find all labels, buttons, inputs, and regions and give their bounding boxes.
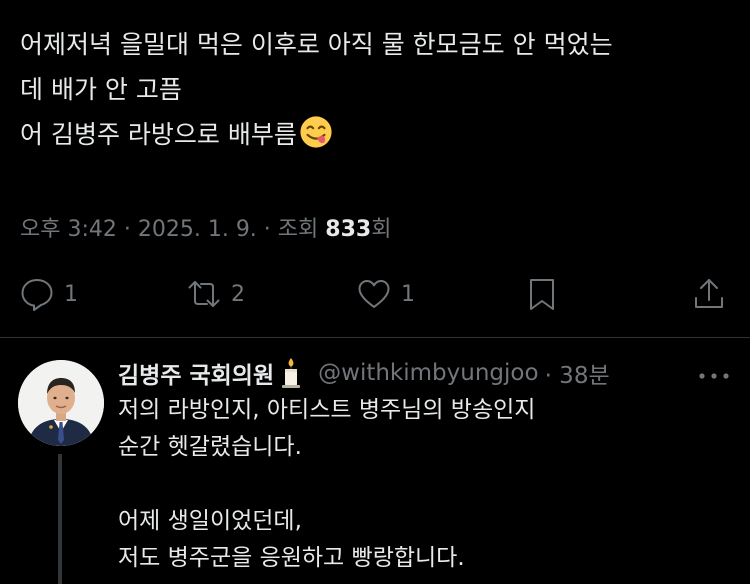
like-button[interactable]: 1 — [356, 270, 415, 318]
bookmark-icon — [530, 279, 554, 310]
reply-line-1: 저의 라방인지, 아티스트 병주님의 방송인지 — [118, 397, 536, 423]
tweet-timestamp: 오후 3:42 · 2025. 1. 9. · 조회 — [20, 217, 326, 242]
reply-header: 김병주 국회의원 @withkimbyungjoo · 38분 — [118, 356, 610, 390]
avatar[interactable] — [18, 360, 104, 446]
retweet-button[interactable]: 2 — [186, 270, 245, 318]
profile-photo — [18, 360, 104, 446]
retweet-icon — [188, 281, 220, 307]
reply-line-3 — [118, 466, 535, 503]
share-icon — [695, 279, 723, 308]
reply-line-2: 순간 헷갈렸습니다. — [118, 434, 302, 460]
candle-icon — [282, 358, 301, 388]
bookmark-button[interactable] — [524, 270, 560, 318]
tweet-line-1: 어제저녁 을밀대 먹은 이후로 아직 물 한모금도 안 먹었는 — [20, 30, 613, 59]
reply-tweet[interactable]: 김병주 국회의원 @withkimbyungjoo · 38분 저의 라방인지,… — [0, 338, 750, 584]
tweet-action-bar: 1 2 1 — [0, 270, 750, 320]
reply-text: 저의 라방인지, 아티스트 병주님의 방송인지 순간 헷갈렸습니다. 어제 생일… — [118, 392, 535, 577]
reply-icon — [21, 279, 53, 311]
views-count: 833 — [325, 217, 372, 242]
reply-line-4: 어제 생일이었던데, — [118, 508, 302, 534]
reply-button[interactable]: 1 — [19, 270, 78, 318]
tweet-line-3-text: 어 김병주 라방으로 배부름 — [20, 120, 297, 149]
reply-author-handle[interactable]: @withkimbyungjoo — [318, 360, 538, 386]
retweet-count: 2 — [231, 281, 245, 307]
thread-line — [58, 454, 62, 584]
reply-count: 1 — [64, 281, 78, 307]
reply-author-name[interactable]: 김병주 국회의원 — [118, 356, 274, 390]
tweet-line-2: 데 배가 안 고픔 — [20, 75, 182, 104]
share-button[interactable] — [691, 270, 727, 318]
tweet-text: 어제저녁 을밀대 먹은 이후로 아직 물 한모금도 안 먹었는 데 배가 안 고… — [20, 22, 735, 157]
reply-line-5: 저도 병주군을 응원하고 빵랑합니다. — [118, 545, 465, 571]
reply-timestamp[interactable]: · 38분 — [545, 356, 610, 390]
views-suffix: 회 — [371, 217, 392, 242]
face-savoring-food-emoji — [300, 116, 332, 148]
more-options-icon[interactable] — [694, 364, 734, 388]
like-count: 1 — [401, 281, 415, 307]
tweet-meta: 오후 3:42 · 2025. 1. 9. · 조회 833회 — [20, 211, 391, 243]
heart-icon — [358, 280, 390, 308]
tweet-line-3: 어 김병주 라방으로 배부름 — [20, 112, 735, 157]
